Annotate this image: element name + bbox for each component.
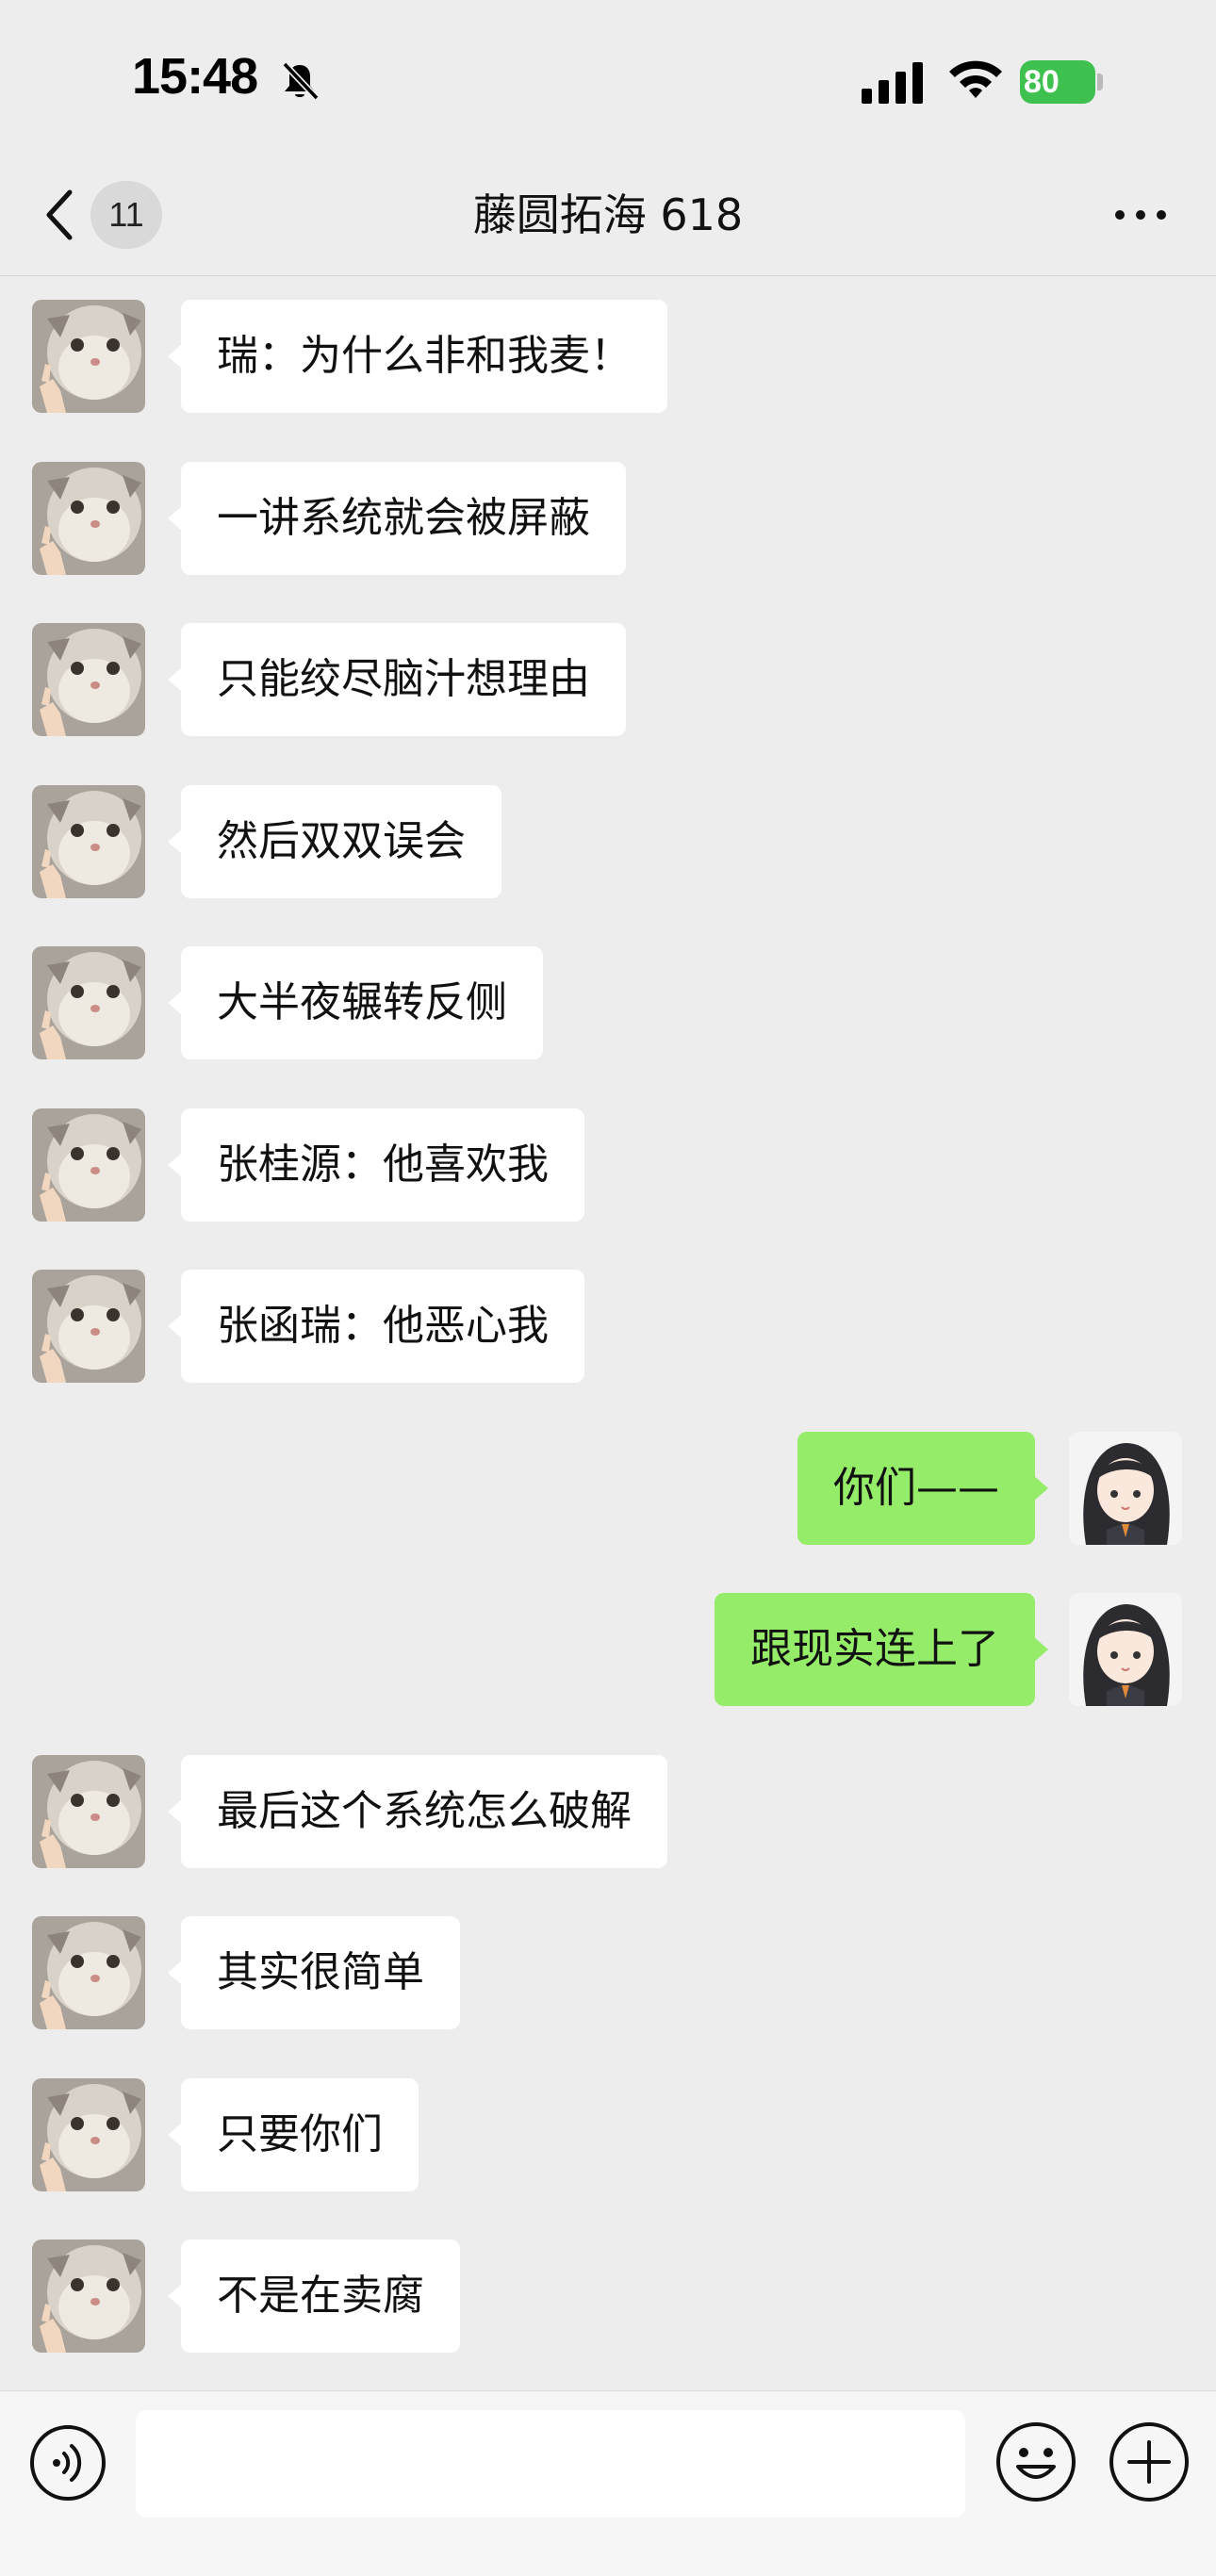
message-list[interactable]: 瑞：为什么非和我麦！ 一讲系统就会被屏蔽 只能绞尽脑汁想理由 然后双双误会 大半…: [0, 275, 1216, 2387]
incoming-message: 只能绞尽脑汁想理由: [0, 599, 1216, 736]
message-bubble[interactable]: 你们——: [797, 1431, 1048, 1545]
status-bar: 15:48 80: [0, 0, 1216, 160]
incoming-message: 只要你们: [0, 2054, 1216, 2191]
incoming-message: 张函瑞：他恶心我: [0, 1245, 1216, 1383]
avatar[interactable]: [32, 784, 145, 898]
message-bubble[interactable]: 张桂源：他喜欢我: [168, 1108, 584, 1222]
avatar[interactable]: [32, 1754, 145, 1868]
message-bubble[interactable]: 张函瑞：他恶心我: [168, 1270, 584, 1383]
battery-level: 80: [1024, 64, 1060, 100]
message-bubble[interactable]: 不是在卖腐: [168, 2240, 460, 2353]
avatar[interactable]: [32, 1270, 145, 1383]
avatar[interactable]: [1069, 1431, 1182, 1545]
emoji-icon[interactable]: [994, 2420, 1078, 2504]
message-bubble[interactable]: 然后双双误会: [168, 784, 501, 898]
incoming-message: 张桂源：他喜欢我: [0, 1084, 1216, 1222]
battery-tip: [1097, 74, 1103, 90]
message-bubble[interactable]: 大半夜辗转反侧: [168, 946, 543, 1059]
avatar[interactable]: [32, 1108, 145, 1222]
message-bubble[interactable]: 其实很简单: [168, 1916, 460, 2029]
home-indicator: [479, 2545, 737, 2554]
wifi-icon: [949, 60, 1002, 98]
incoming-message: 最后这个系统怎么破解: [0, 1731, 1216, 1868]
plus-icon[interactable]: [1107, 2420, 1191, 2504]
bell-muted-icon: [282, 61, 320, 101]
incoming-message: 大半夜辗转反侧: [0, 922, 1216, 1059]
avatar[interactable]: [32, 623, 145, 736]
incoming-message: 其实很简单: [0, 1892, 1216, 2029]
avatar[interactable]: [32, 461, 145, 575]
message-bubble[interactable]: 只能绞尽脑汁想理由: [168, 623, 626, 736]
ellipsis-icon[interactable]: [1112, 196, 1169, 234]
avatar[interactable]: [32, 2077, 145, 2191]
outgoing-message: 跟现实连上了: [0, 1568, 1216, 1706]
signal-icon: [862, 62, 923, 104]
message-bubble[interactable]: 一讲系统就会被屏蔽: [168, 461, 626, 575]
avatar[interactable]: [32, 946, 145, 1059]
avatar[interactable]: [32, 2240, 145, 2353]
avatar[interactable]: [32, 300, 145, 413]
incoming-message: 不是在卖腐: [0, 2215, 1216, 2353]
avatar[interactable]: [1069, 1593, 1182, 1706]
avatar[interactable]: [32, 1916, 145, 2029]
chat-title: 藤圆拓海 618: [472, 189, 744, 240]
battery-charging-icon: 80: [1020, 60, 1105, 104]
message-bubble[interactable]: 跟现实连上了: [715, 1593, 1048, 1706]
outgoing-message: 你们——: [0, 1407, 1216, 1545]
incoming-message: 然后双双误会: [0, 761, 1216, 898]
message-input[interactable]: [136, 2410, 965, 2518]
message-bubble[interactable]: 瑞：为什么非和我麦！: [168, 300, 667, 413]
incoming-message: 一讲系统就会被屏蔽: [0, 437, 1216, 575]
message-bubble[interactable]: 最后这个系统怎么破解: [168, 1754, 667, 1868]
voice-icon[interactable]: [28, 2423, 107, 2502]
status-time: 15:48: [132, 48, 258, 105]
chat-header: 11 藤圆拓海 618: [0, 160, 1216, 276]
message-bubble[interactable]: 只要你们: [168, 2077, 419, 2191]
incoming-message: 瑞：为什么非和我麦！: [0, 275, 1216, 413]
